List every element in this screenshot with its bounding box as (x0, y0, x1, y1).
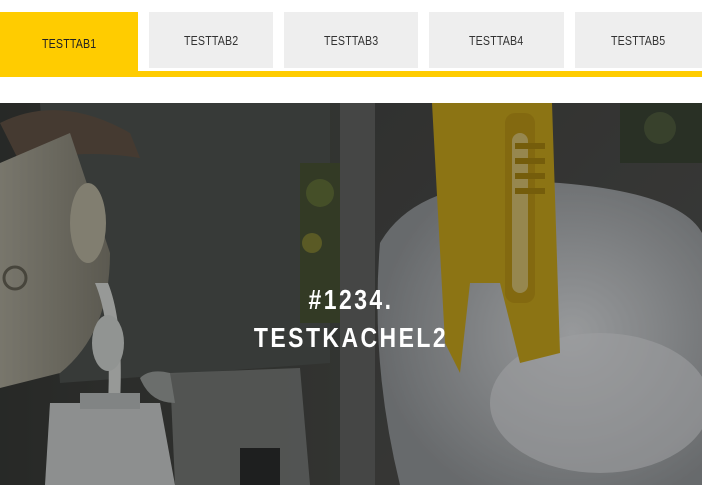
tab-underline (0, 71, 702, 77)
tab-label: TESTTAB1 (41, 35, 97, 51)
hero-title-line2: TESTKACHEL2 (253, 322, 449, 353)
tab-testtab5[interactable]: TESTTAB5 (575, 12, 702, 68)
tab-testtab3[interactable]: TESTTAB3 (284, 12, 418, 68)
tab-bar: TESTTAB1 TESTTAB2 TESTTAB3 TESTTAB4 TEST… (0, 0, 702, 78)
tab-testtab4[interactable]: TESTTAB4 (429, 12, 564, 68)
tab-label: TESTTAB4 (469, 32, 524, 48)
tab-label: TESTTAB5 (611, 32, 666, 48)
page: TESTTAB1 TESTTAB2 TESTTAB3 TESTTAB4 TEST… (0, 0, 702, 485)
tab-label: TESTTAB3 (323, 32, 379, 48)
hero-title-line1: #1234. (308, 284, 394, 315)
tab-label: TESTTAB2 (183, 32, 239, 48)
tab-testtab1[interactable]: TESTTAB1 (0, 12, 138, 74)
hero-title: #1234. TESTKACHEL2 (0, 281, 702, 357)
tab-testtab2[interactable]: TESTTAB2 (149, 12, 273, 68)
hero-tile[interactable]: #1234. TESTKACHEL2 (0, 103, 702, 485)
